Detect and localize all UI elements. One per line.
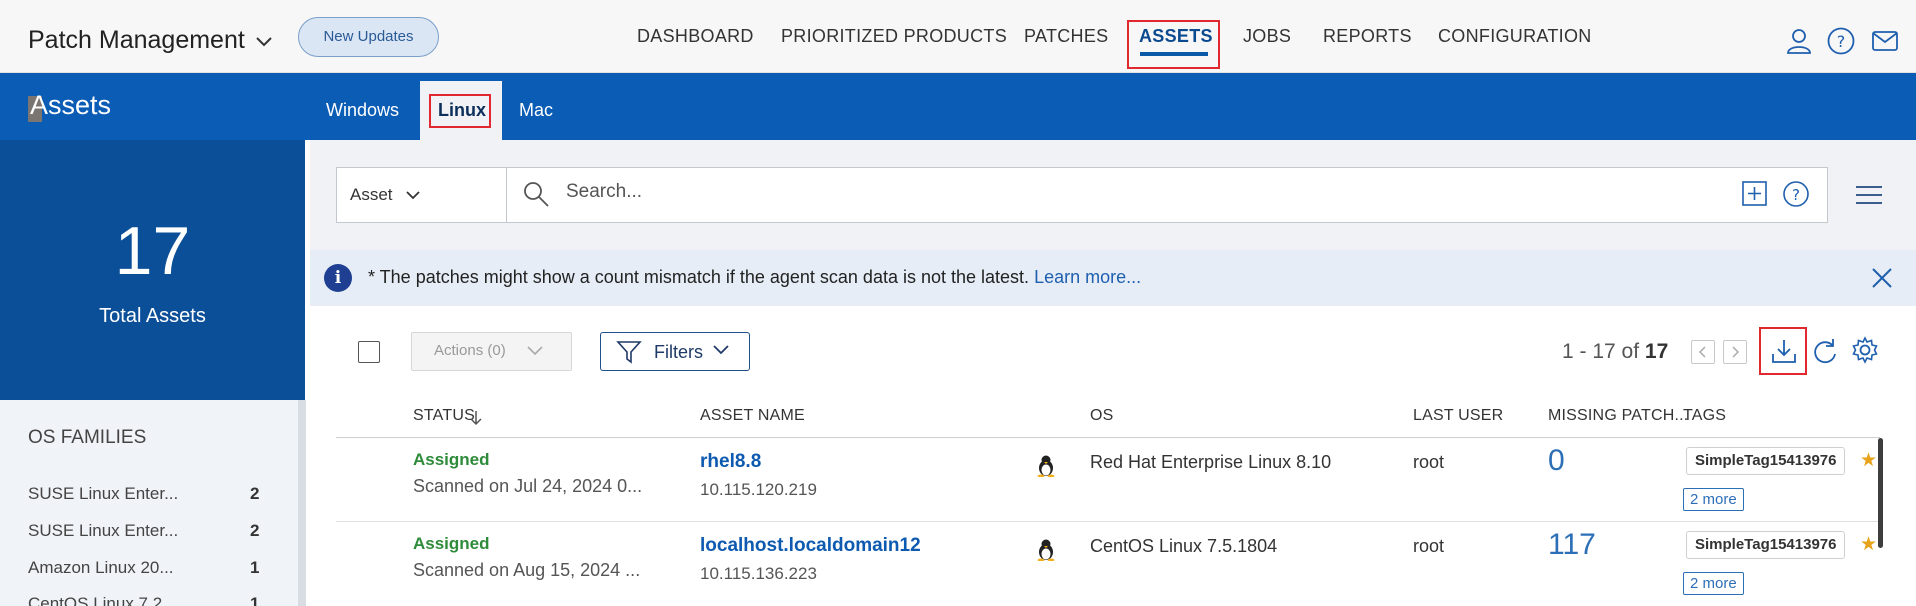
total-assets-label: Total Assets — [99, 305, 206, 327]
nav-reports[interactable]: REPORTS — [1323, 26, 1412, 47]
svg-text:?: ? — [1837, 32, 1846, 51]
asset-ip: 10.115.136.223 — [700, 564, 817, 583]
search-placeholder: Search... — [566, 181, 643, 202]
os-value: CentOS Linux 7.5.1804 — [1090, 536, 1278, 556]
tab-windows[interactable]: Windows — [326, 100, 399, 121]
column-header-missing-patches[interactable]: MISSING PATCH... — [1548, 407, 1688, 425]
os-family-count: 2 — [250, 521, 260, 540]
scanned-date: Scanned on Jul 24, 2024 0... — [413, 476, 643, 496]
help-icon[interactable]: ? — [1826, 26, 1856, 56]
pagination-range: 1 - 17 of 17 — [1562, 340, 1669, 363]
new-updates-button[interactable]: New Updates — [298, 17, 439, 57]
scanned-date: Scanned on Aug 15, 2024 ... — [413, 560, 641, 580]
chevron-down-icon[interactable] — [253, 30, 275, 52]
tag-chip[interactable]: SimpleTag15413976 — [1686, 531, 1846, 559]
select-all-checkbox[interactable] — [358, 341, 380, 363]
asset-name-link[interactable]: localhost.localdomain12 — [700, 535, 921, 557]
column-header-asset-name[interactable]: ASSET NAME — [700, 407, 805, 425]
pagination-total: 17 — [1644, 340, 1669, 363]
highlight-linux-tab — [429, 94, 491, 128]
tag-chip[interactable]: SimpleTag15413976 — [1686, 447, 1846, 475]
sort-desc-icon[interactable] — [469, 409, 483, 427]
missing-patches-count[interactable]: 0 — [1548, 444, 1565, 478]
asset-name-link[interactable]: rhel8.8 — [700, 451, 761, 473]
status-badge: Assigned — [413, 450, 490, 469]
chevron-down-icon[interactable] — [404, 186, 422, 204]
app-title: Patch Management — [28, 26, 245, 54]
column-header-os[interactable]: OS — [1090, 407, 1114, 425]
chevron-down-icon — [527, 346, 543, 356]
highlight-assets-nav — [1127, 20, 1220, 69]
search-input[interactable] — [336, 167, 1828, 223]
last-user-value: root — [1413, 452, 1445, 472]
os-value: Red Hat Enterprise Linux 8.10 — [1090, 452, 1332, 472]
nav-prioritized-products[interactable]: PRIORITIZED PRODUCTS — [781, 26, 1007, 47]
learn-more-link[interactable]: Learn more... — [1034, 267, 1141, 287]
search-icon — [524, 182, 549, 207]
total-assets-count: 17 — [114, 213, 191, 289]
os-families-heading: OS FAMILIES — [28, 427, 147, 448]
os-family-count: 2 — [250, 484, 260, 503]
close-icon[interactable] — [1870, 266, 1894, 290]
menu-icon[interactable] — [1855, 183, 1883, 207]
asset-ip: 10.115.120.219 — [700, 480, 817, 499]
svg-text:?: ? — [1792, 186, 1800, 204]
os-panel-scrollbar[interactable] — [298, 400, 306, 606]
search-scope-label: Asset — [350, 185, 393, 204]
page-header-band — [0, 73, 1916, 140]
chevron-right-icon — [1732, 346, 1740, 358]
info-message: * The patches might show a count mismatc… — [368, 267, 1142, 287]
missing-patches-count[interactable]: 117 — [1548, 528, 1596, 562]
info-icon: i — [324, 264, 352, 292]
column-header-tags[interactable]: TAGS — [1683, 407, 1726, 425]
os-family-item[interactable]: Amazon Linux 20... — [28, 558, 174, 578]
actions-label: Actions (0) — [434, 342, 506, 359]
download-icon[interactable] — [1770, 337, 1798, 365]
refresh-icon[interactable] — [1811, 336, 1839, 366]
more-tags-button[interactable]: 2 more — [1683, 572, 1744, 595]
nav-patches[interactable]: PATCHES — [1024, 26, 1108, 47]
linux-tux-icon — [1037, 539, 1055, 561]
search-help-icon[interactable]: ? — [1782, 180, 1810, 208]
column-header-status[interactable]: STATUS — [413, 407, 475, 425]
star-icon: ★ — [1860, 450, 1878, 471]
filters-label: Filters — [654, 342, 703, 362]
nav-dashboard[interactable]: DASHBOARD — [637, 26, 754, 47]
add-query-icon[interactable] — [1741, 180, 1768, 207]
nav-configuration[interactable]: CONFIGURATION — [1438, 26, 1592, 47]
star-icon: ★ — [1860, 534, 1878, 555]
last-user-value: root — [1413, 536, 1445, 556]
more-tags-button[interactable]: 2 more — [1683, 488, 1744, 511]
table-scrollbar[interactable] — [1878, 438, 1883, 548]
os-family-item[interactable]: CentOS Linux 7.2 — [28, 594, 162, 606]
table-header-divider — [336, 437, 1880, 438]
tab-mac[interactable]: Mac — [519, 100, 553, 121]
os-family-item[interactable]: SUSE Linux Enter... — [28, 521, 178, 541]
os-family-count: 1 — [250, 558, 260, 577]
os-family-item[interactable]: SUSE Linux Enter... — [28, 484, 178, 504]
chevron-down-icon — [713, 345, 729, 355]
user-icon[interactable] — [1784, 26, 1814, 56]
os-family-count: 1 — [250, 594, 260, 606]
linux-tux-icon — [1037, 455, 1055, 477]
status-badge: Assigned — [413, 534, 490, 553]
page-title: Assets — [30, 90, 112, 120]
nav-jobs[interactable]: JOBS — [1243, 26, 1291, 47]
column-header-last-user[interactable]: LAST USER — [1413, 407, 1503, 425]
mail-icon[interactable] — [1870, 26, 1900, 56]
settings-gear-icon[interactable] — [1851, 336, 1879, 364]
chevron-left-icon — [1698, 346, 1706, 358]
filter-icon — [616, 341, 642, 364]
table-row-divider — [336, 521, 1880, 522]
